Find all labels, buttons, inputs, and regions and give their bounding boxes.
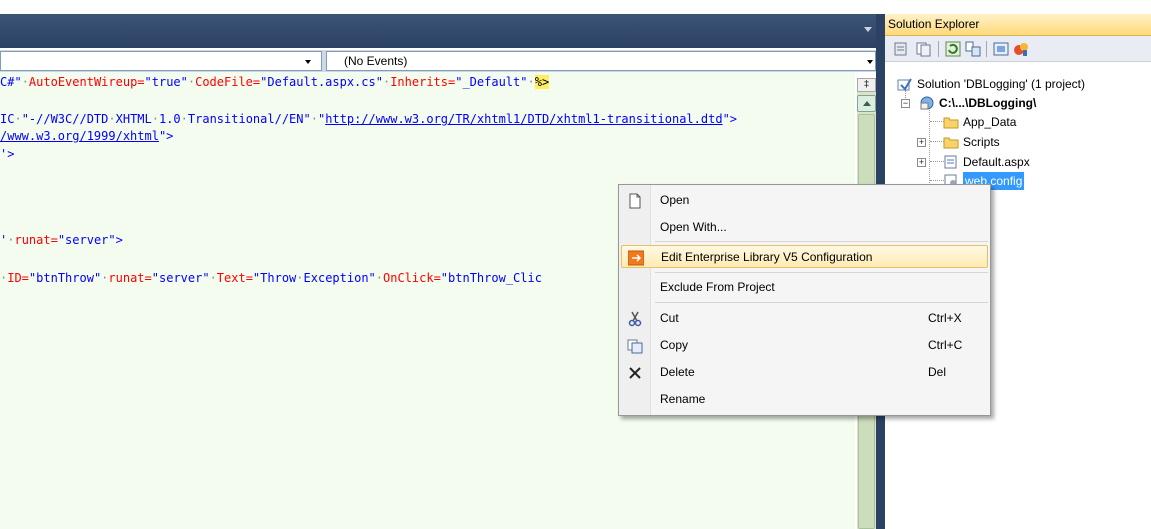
folder-icon — [943, 135, 959, 149]
tree-line — [930, 121, 944, 122]
xmlns-link[interactable]: /www.w3.org/1999/xhtml — [0, 129, 159, 143]
object-combo[interactable] — [0, 51, 322, 71]
app-data-label: App_Data — [963, 115, 1017, 129]
menu-separator — [655, 241, 988, 242]
code-line-1: C#"·AutoEventWireup="true"·CodeFile="Def… — [0, 75, 550, 89]
events-combo[interactable]: (No Events) — [326, 51, 876, 71]
tree-line — [930, 141, 944, 142]
code-line-4: '> — [0, 147, 15, 161]
code-line-3: /www.w3.org/1999/xhtml"> — [0, 129, 174, 143]
project-label: C:\...\DBLogging\ — [939, 96, 1037, 110]
project-icon — [919, 96, 934, 110]
dtd-link[interactable]: http://www.w3.org/TR/xhtml1/DTD/xhtml1-t… — [325, 112, 722, 126]
code-line-6: ·ID="btnThrow"·runat="server"·Text="Thro… — [0, 271, 542, 285]
solution-icon — [897, 77, 912, 91]
delete-icon — [627, 365, 643, 381]
folder-icon — [943, 115, 959, 129]
solution-label: Solution 'DBLogging' (1 project) — [917, 77, 1086, 91]
code-line-5: '·runat="server"> — [0, 233, 123, 247]
tab-dropdown-icon[interactable] — [864, 27, 872, 32]
menu-item-open-with[interactable]: Open With... — [621, 216, 988, 239]
editor-tab-bar — [0, 14, 878, 48]
solution-explorer-title: Solution Explorer — [885, 14, 1151, 36]
properties-icon[interactable] — [893, 41, 909, 57]
edit-config-icon — [627, 250, 645, 266]
menu-item-cut[interactable]: Cut Ctrl+X — [621, 307, 988, 330]
tree-line — [930, 161, 944, 162]
view-code-icon[interactable] — [965, 41, 981, 57]
tree-line — [930, 180, 944, 181]
toolbar-separator — [986, 41, 987, 57]
asp-config-icon[interactable] — [1013, 41, 1029, 57]
menu-item-open[interactable]: Open — [621, 189, 988, 212]
solution-explorer-toolbar — [885, 36, 1151, 62]
copy-icon — [627, 338, 643, 354]
show-all-files-icon[interactable] — [916, 41, 932, 57]
menu-item-edit-enterprise-library-config[interactable]: Edit Enterprise Library V5 Configuration — [621, 245, 988, 268]
scroll-up-button[interactable] — [857, 95, 876, 112]
window-top-strip — [0, 0, 1151, 10]
aspx-file-icon — [943, 155, 958, 169]
expand-icon[interactable]: + — [917, 138, 926, 147]
chevron-down-icon[interactable] — [305, 60, 311, 64]
menu-separator — [655, 302, 988, 303]
view-designer-icon[interactable] — [993, 41, 1009, 57]
server-tag-close: %> — [534, 75, 550, 89]
menu-item-delete[interactable]: Delete Del — [621, 361, 988, 384]
editor-navigation-bar: (No Events) — [0, 50, 878, 72]
split-window-button[interactable]: ‡ — [857, 78, 876, 92]
menu-separator — [655, 272, 988, 273]
expand-icon[interactable]: + — [917, 158, 926, 167]
open-icon — [627, 193, 643, 209]
cut-icon — [627, 311, 643, 327]
context-menu: Open Open With... Edit Enterprise Librar… — [618, 184, 991, 416]
default-aspx-label: Default.aspx — [963, 155, 1030, 169]
scripts-label: Scripts — [963, 135, 1000, 149]
chevron-down-icon[interactable] — [867, 60, 873, 64]
menu-item-exclude-from-project[interactable]: Exclude From Project — [621, 276, 988, 299]
events-combo-value: (No Events) — [344, 54, 408, 68]
code-line-2: IC·"-//W3C//DTD·XHTML·1.0·Transitional//… — [0, 112, 738, 126]
toolbar-separator — [938, 41, 939, 57]
menu-item-copy[interactable]: Copy Ctrl+C — [621, 334, 988, 357]
refresh-icon[interactable] — [945, 41, 961, 57]
collapse-icon[interactable]: − — [901, 99, 910, 108]
menu-item-rename[interactable]: Rename — [621, 388, 988, 411]
